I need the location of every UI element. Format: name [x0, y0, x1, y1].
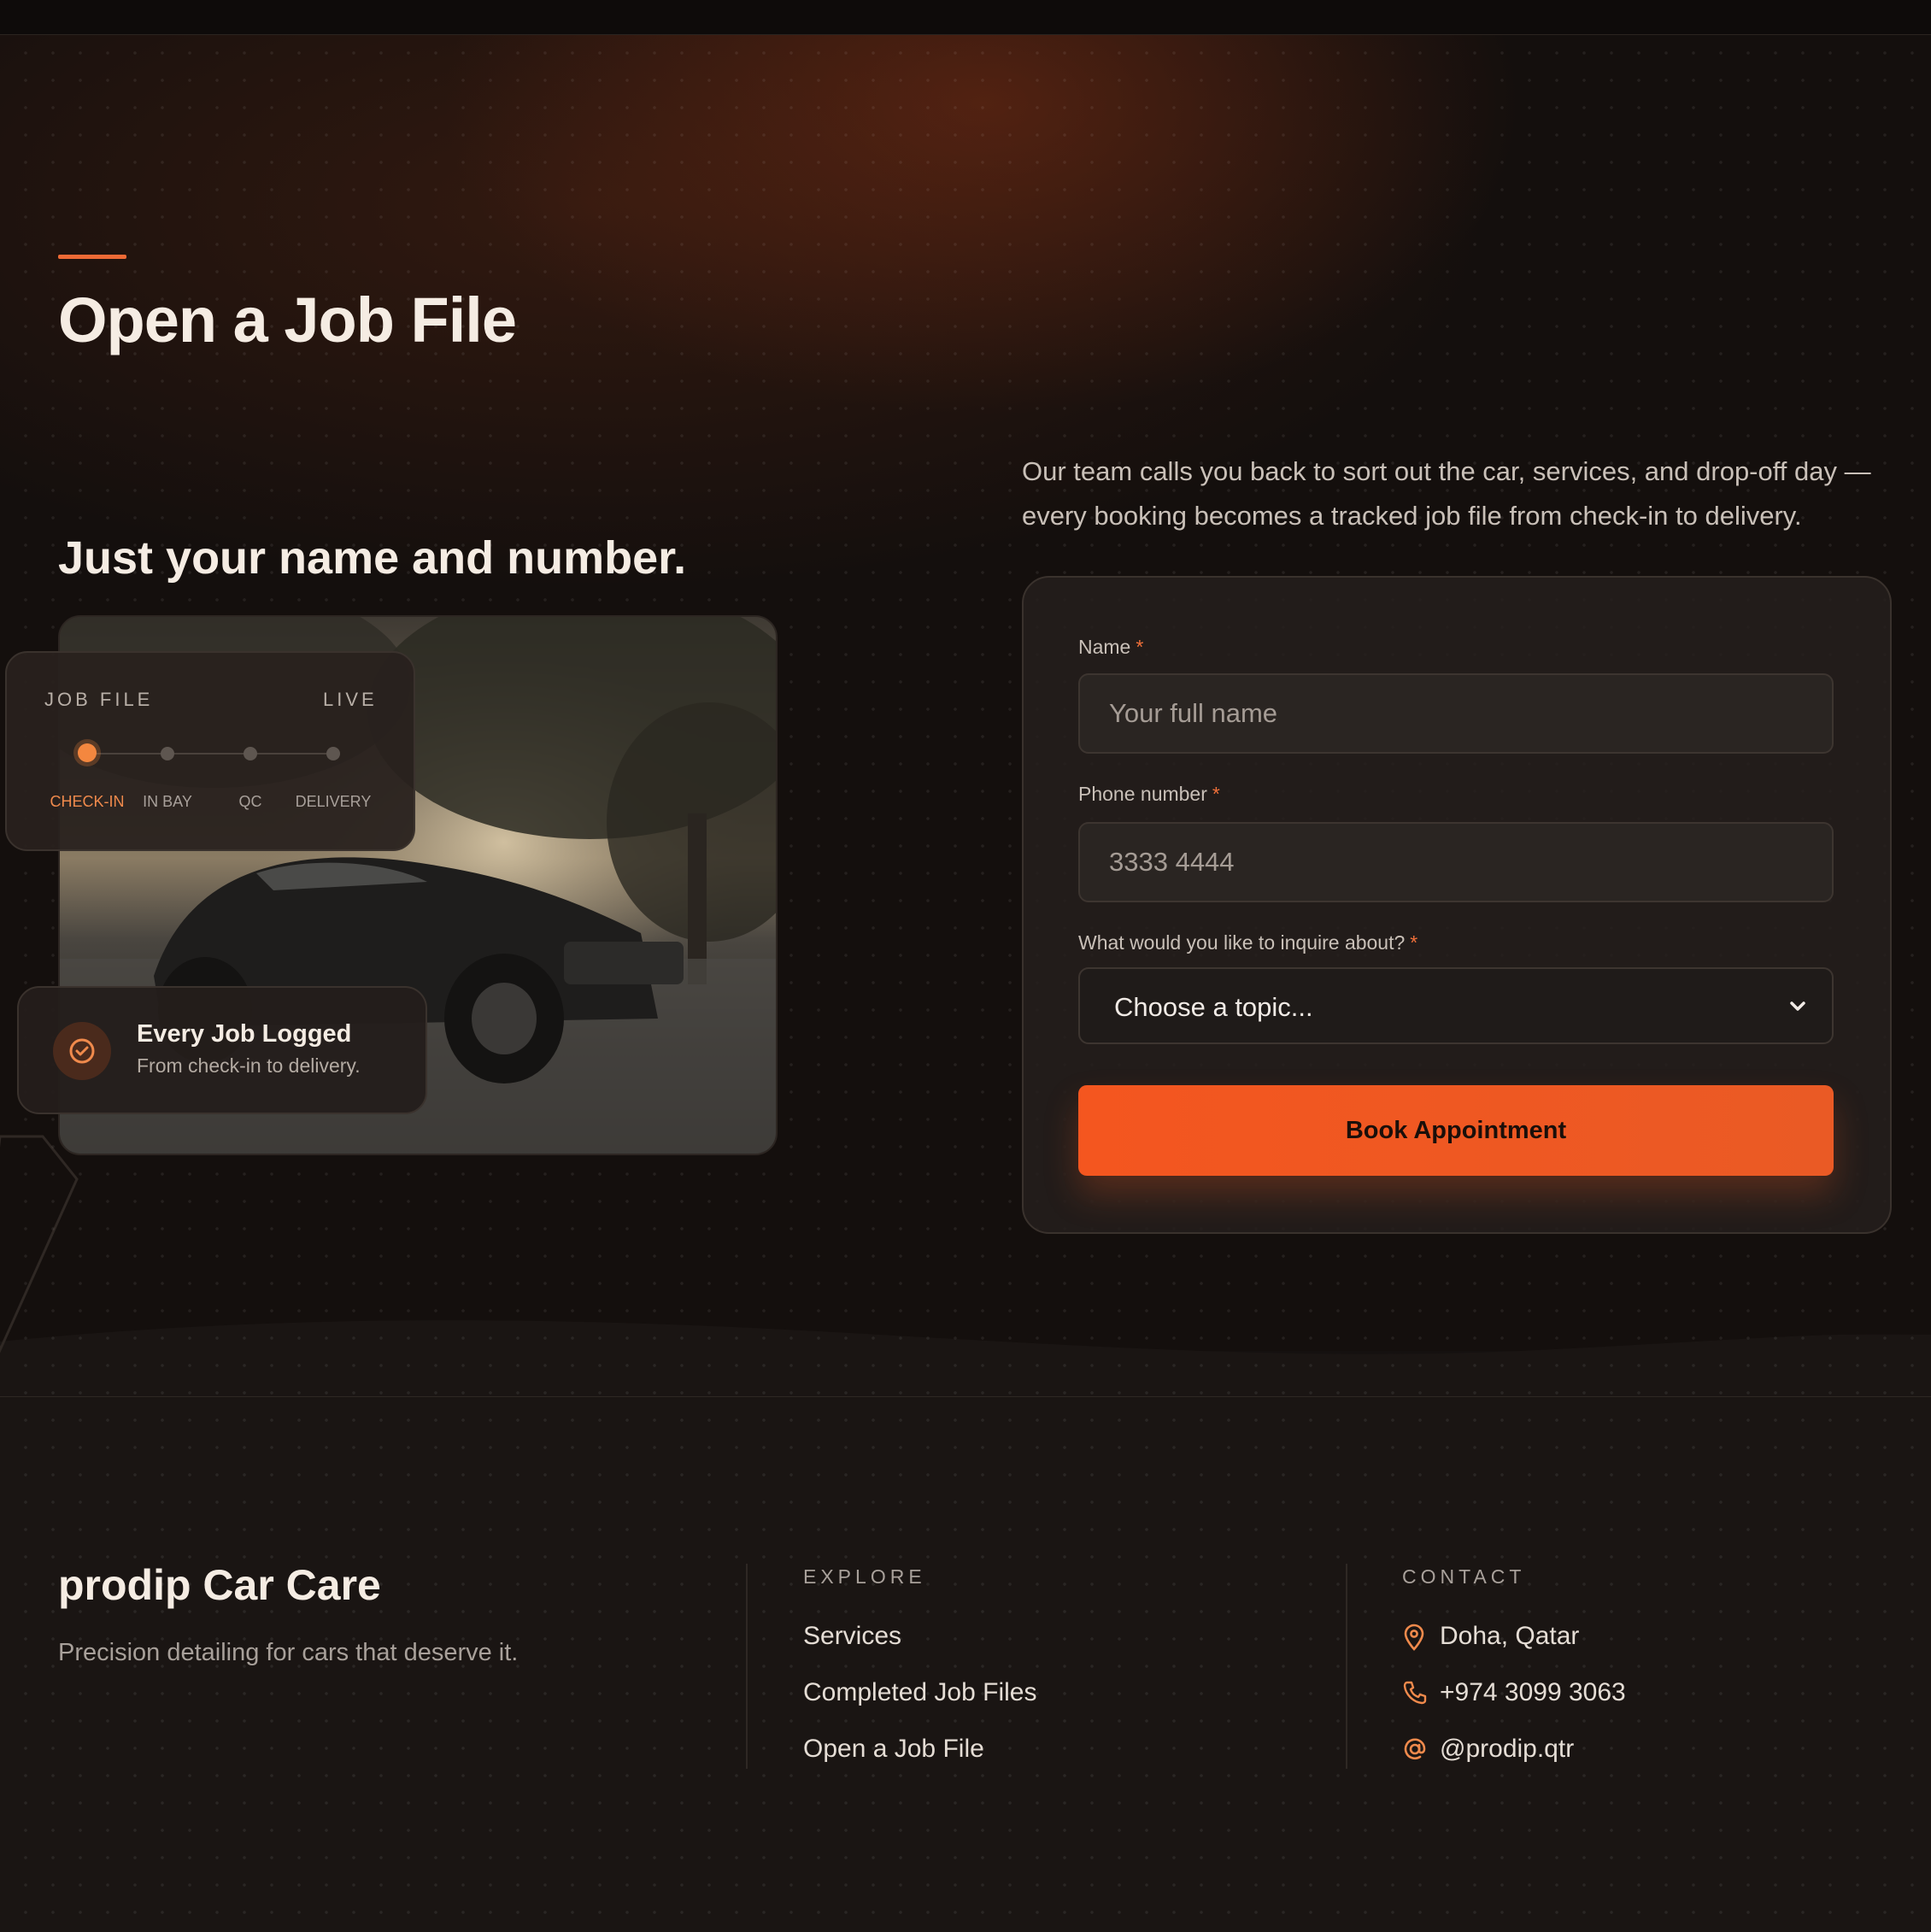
at-sign-icon	[1404, 1738, 1426, 1760]
map-pin-icon	[1404, 1624, 1424, 1651]
step-dot-in-bay	[161, 747, 174, 760]
phone-field-label: Phone number *	[1078, 783, 1220, 805]
footer-link-services[interactable]: Services	[803, 1622, 901, 1651]
job-file-status-card: JOB FILE LIVE CHECK-IN IN BAY QC DELIVER…	[5, 651, 415, 851]
phone-input[interactable]	[1078, 822, 1834, 902]
footer-link-open-job-file[interactable]: Open a Job File	[803, 1735, 984, 1764]
footer-brand: prodip Car Care	[58, 1561, 381, 1609]
step-dot-delivery	[326, 747, 340, 760]
topic-select[interactable]: Choose a topic...	[1078, 967, 1834, 1044]
footer-divider	[746, 1564, 748, 1769]
contact-phone[interactable]: +974 3099 3063	[1440, 1678, 1626, 1707]
lead-paragraph: Our team calls you back to sort out the …	[1022, 456, 1871, 531]
log-card-title: Every Job Logged	[137, 1020, 352, 1048]
job-logged-card: Every Job Logged From check-in to delive…	[17, 986, 427, 1114]
progress-track	[85, 753, 335, 755]
job-file-label: JOB FILE	[44, 689, 154, 710]
topic-field-label: What would you like to inquire about? *	[1078, 931, 1418, 954]
step-dot-qc	[244, 747, 257, 760]
footer-divider	[1346, 1564, 1347, 1769]
footer-tagline: Precision detailing for cars that deserv…	[58, 1639, 519, 1666]
step-label-delivery: DELIVERY	[295, 793, 372, 810]
title-accent-line	[58, 255, 126, 259]
section-subheading: Just your name and number.	[58, 532, 687, 584]
footer-link-completed-job-files[interactable]: Completed Job Files	[803, 1678, 1036, 1707]
step-dot-check-in	[78, 743, 97, 762]
top-bar	[0, 0, 1931, 35]
check-circle-icon	[53, 1022, 111, 1080]
contact-heading: CONTACT	[1402, 1565, 1526, 1588]
phone-icon	[1403, 1681, 1427, 1705]
section-wave-divider	[0, 1320, 1931, 1401]
decorative-hexagon	[0, 1135, 79, 1354]
explore-heading: EXPLORE	[803, 1565, 926, 1588]
chevron-down-icon	[1790, 1001, 1805, 1011]
log-card-subtitle: From check-in to delivery.	[137, 1054, 361, 1077]
book-appointment-button[interactable]: Book Appointment	[1078, 1085, 1834, 1176]
contact-location: Doha, Qatar	[1440, 1622, 1580, 1650]
live-status-label: LIVE	[323, 689, 378, 710]
booking-form-card: Name* Phone number* What would you like …	[1022, 576, 1892, 1234]
name-input[interactable]	[1078, 673, 1834, 754]
name-field-label: Name *	[1078, 636, 1144, 658]
contact-instagram[interactable]: @prodip.qtr	[1440, 1735, 1574, 1764]
page-title: Open a Job File	[58, 285, 517, 355]
topic-select-value: Choose a topic...	[1114, 992, 1313, 1022]
